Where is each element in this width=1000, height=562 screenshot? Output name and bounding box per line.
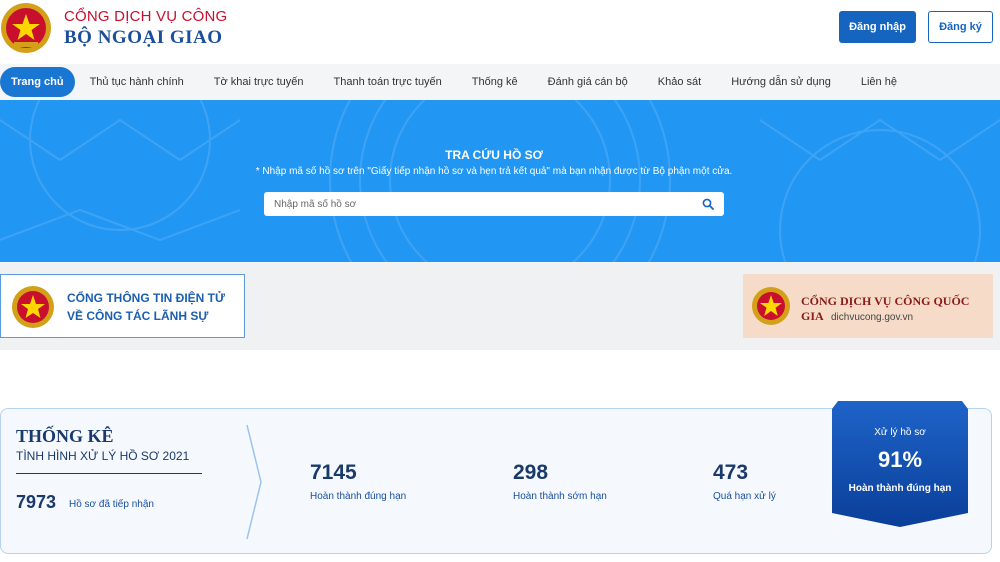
nav-item-statistics[interactable]: Thống kê (457, 67, 533, 97)
completion-rate-card: Xử lý hồ sơ 91% Hoàn thành đúng hạn (832, 401, 968, 529)
metric-value: 298 (513, 461, 549, 484)
banner-left-line1: CỔNG THÔNG TIN ĐIỆN TỬ (67, 291, 225, 305)
nav-item-procedures[interactable]: Thủ tục hành chính (75, 67, 199, 97)
rate-label: Hoàn thành đúng hạn (848, 483, 952, 494)
search-box (264, 192, 724, 216)
rate-value: 91% (877, 447, 923, 472)
stats-divider (16, 473, 202, 474)
partner-banners: CỔNG THÔNG TIN ĐIỆN TỬ VỀ CÔNG TÁC LÃNH … (0, 262, 1000, 350)
brand-title[interactable]: BỘ NGOẠI GIAO (64, 27, 223, 49)
rate-title: Xử lý hồ sơ (874, 427, 926, 438)
stats-subtitle: TÌNH HÌNH XỬ LÝ HỒ SƠ 2021 (16, 449, 190, 463)
nav-item-user-guide[interactable]: Hướng dẫn sử dụng (716, 67, 846, 97)
stats-title: THỐNG KÊ (16, 426, 114, 446)
login-button[interactable]: Đăng nhập (839, 11, 916, 43)
metric-early: 298 Hoàn thành sớm hạn (513, 461, 607, 502)
banner-right-line2: dichvucong.gov.vn (831, 312, 914, 323)
main-nav: Trang chủ Thủ tục hành chính Tờ khai trự… (0, 64, 1000, 100)
site-header: CỔNG DỊCH VỤ CÔNG BỘ NGOẠI GIAO Đăng nhậ… (0, 0, 1000, 64)
metric-label: Quá hạn xử lý (713, 491, 776, 502)
search-input[interactable] (264, 192, 694, 216)
metric-label: Hoàn thành sớm hạn (513, 491, 607, 502)
chevron-divider-icon (246, 424, 262, 540)
drum-pattern-background (0, 100, 1000, 262)
search-hero: TRA CỨU HỒ SƠ * Nhập mã số hồ sơ trên "G… (0, 100, 1000, 262)
nav-item-online-forms[interactable]: Tờ khai trực tuyến (199, 67, 319, 97)
search-icon[interactable] (702, 198, 714, 210)
nav-item-survey[interactable]: Khảo sát (643, 67, 716, 97)
nav-item-online-payment[interactable]: Thanh toán trực tuyến (319, 67, 457, 97)
search-note: * Nhập mã số hồ sơ trên "Giấy tiếp nhận … (255, 166, 733, 177)
nav-item-contact[interactable]: Liên hệ (846, 67, 912, 97)
consular-portal-banner[interactable]: CỔNG THÔNG TIN ĐIỆN TỬ VỀ CÔNG TÁC LÃNH … (0, 274, 245, 338)
nav-item-home[interactable]: Trang chủ (0, 67, 75, 97)
national-emblem-icon (12, 286, 54, 328)
metric-overdue: 473 Quá hạn xử lý (713, 461, 776, 502)
received-count: 7973 (16, 492, 57, 512)
received-label: Hồ sơ đã tiếp nhận (69, 499, 154, 510)
national-portal-banner[interactable]: CỔNG DỊCH VỤ CÔNG QUỐC GIA dichvucong.go… (743, 274, 993, 338)
metric-value: 7145 (310, 461, 357, 484)
metric-label: Hoàn thành đúng hạn (310, 491, 407, 502)
register-button[interactable]: Đăng ký (928, 11, 993, 43)
national-emblem-icon (752, 287, 790, 325)
banner-left-line2: VỀ CÔNG TÁC LÃNH SỰ (67, 309, 209, 323)
brand-subtitle: CỔNG DỊCH VỤ CÔNG (64, 8, 228, 25)
national-emblem-logo[interactable] (0, 2, 52, 54)
metric-value: 473 (713, 461, 749, 484)
metric-on-time: 7145 Hoàn thành đúng hạn (310, 461, 406, 502)
nav-item-staff-rating[interactable]: Đánh giá cán bộ (533, 67, 643, 97)
search-title: TRA CỨU HỒ SƠ (445, 148, 543, 162)
